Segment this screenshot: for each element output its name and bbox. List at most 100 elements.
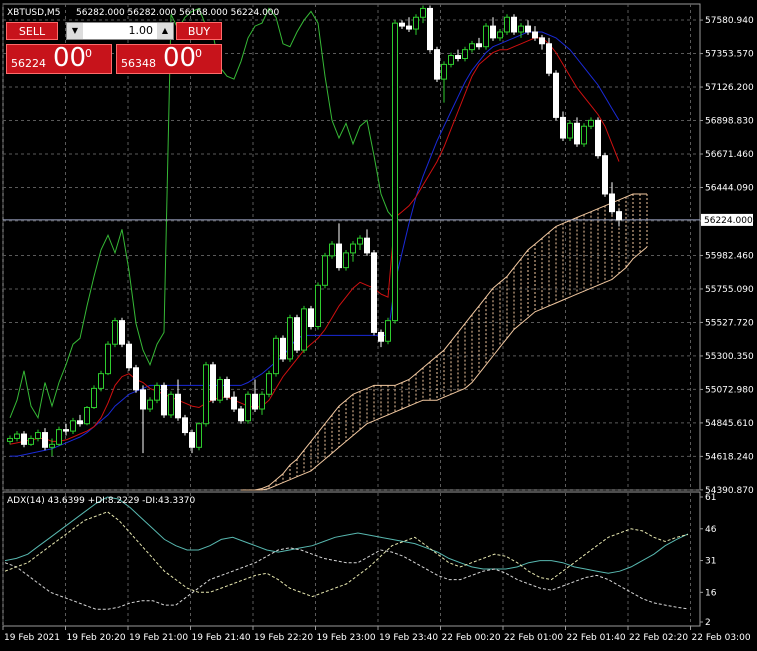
candle-body	[483, 25, 489, 48]
candle-body	[14, 433, 20, 439]
candle-body	[112, 320, 118, 345]
candle-body	[245, 393, 251, 422]
candle-body	[301, 308, 307, 351]
candle-body	[350, 243, 356, 254]
candle-body	[231, 396, 237, 410]
lot-size-input[interactable]: ▼ 1.00 ▲	[66, 22, 174, 40]
sell-price-main: 56224	[11, 57, 46, 70]
time-tick-label: 22 Feb 02:20	[629, 633, 688, 643]
candle-body	[427, 7, 433, 51]
candle-body	[364, 237, 370, 254]
price-tick-label: 54618.240	[705, 452, 754, 462]
candle-body	[273, 337, 279, 375]
adx-tick-label: 46	[705, 525, 717, 535]
buy-price-big: 00	[163, 43, 197, 73]
price-tick-label: 55982.460	[705, 251, 754, 261]
adx-header: ADX(14) 43.6399 +DI:8.2229 -DI:43.3370	[7, 496, 196, 506]
candle-body	[595, 119, 601, 157]
time-tick-label: 19 Feb 21:00	[129, 633, 188, 643]
price-tick-label: 55755.090	[705, 285, 754, 295]
candle-body	[105, 343, 111, 375]
price-tick-label: 57353.570	[705, 50, 754, 60]
buy-button[interactable]: BUY	[176, 22, 222, 40]
chart-canvas: 57580.940 57353.570 57126.200 56898.830 5667…	[0, 0, 757, 651]
candle-body	[189, 432, 195, 448]
candle-body	[203, 364, 209, 425]
candle-body	[119, 320, 125, 345]
adx-tick-label: 61	[705, 493, 716, 503]
time-tick-label: 22 Feb 01:00	[504, 633, 563, 643]
candle-body	[140, 389, 146, 410]
candle-body	[616, 211, 622, 221]
candle-body	[518, 25, 524, 33]
candle-body	[133, 367, 139, 391]
candle-body	[161, 384, 167, 416]
adx-tick-label: 2	[705, 618, 711, 628]
candle-body	[420, 7, 426, 18]
candle-body	[217, 379, 223, 401]
candle-body	[329, 243, 335, 257]
candle-body	[175, 393, 181, 419]
candle-body	[609, 193, 615, 213]
candle-body	[294, 317, 300, 351]
buy-price-sup: 0	[195, 47, 202, 60]
candle-body	[539, 37, 545, 45]
candle-body	[588, 119, 594, 127]
price-tick-label: 57126.200	[705, 83, 754, 93]
candle-body	[126, 343, 132, 369]
candle-body	[70, 420, 76, 432]
sell-price-big: 00	[53, 43, 87, 73]
candle-body	[357, 237, 363, 245]
chart-header-ohlc: 56282.000 56282.000 56168.000 56224.000	[76, 8, 280, 18]
time-tick-label: 22 Feb 00:20	[442, 633, 501, 643]
time-tick-label: 19 Feb 23:40	[379, 633, 438, 643]
candle-body	[182, 417, 188, 434]
candle-body	[476, 43, 482, 48]
candle-body	[392, 22, 398, 322]
price-tick-label: 56444.090	[705, 183, 754, 193]
candle-body	[35, 432, 41, 439]
candle-body	[434, 49, 440, 80]
candle-body	[497, 31, 503, 39]
candle-body	[238, 408, 244, 422]
time-tick-label: 19 Feb 22:20	[254, 633, 313, 643]
price-tick-label: 55072.980	[705, 385, 754, 395]
candle-body	[63, 429, 69, 432]
candle-body	[511, 16, 517, 33]
candle-body	[252, 393, 258, 410]
buy-price-button[interactable]: 56348 00 0	[116, 43, 222, 74]
candle-body	[455, 55, 461, 59]
price-tick-label: 56898.830	[705, 117, 754, 127]
candle-body	[42, 432, 48, 448]
sell-button[interactable]: SELL	[6, 22, 58, 40]
lot-increase-icon[interactable]: ▲	[157, 23, 173, 39]
candle-body	[77, 420, 83, 425]
time-tick-label: 22 Feb 03:00	[692, 633, 751, 643]
price-axis: 57580.940 57353.570 57126.200 56898.830 5667…	[700, 16, 754, 496]
candle-body	[602, 155, 608, 195]
candle-body	[287, 317, 293, 360]
candle-body	[7, 437, 13, 442]
time-tick-label: 19 Feb 21:40	[192, 633, 251, 643]
current-price-label: 56224.000	[704, 216, 753, 226]
price-tick-label: 55300.350	[705, 352, 754, 362]
candle-body	[147, 399, 153, 410]
candle-body	[343, 252, 349, 269]
lot-decrease-icon[interactable]: ▼	[67, 23, 83, 39]
chart-header-symbol: XBTUSD,M5	[7, 8, 60, 18]
candle-body	[98, 373, 104, 389]
candle-body	[168, 393, 174, 416]
candle-body	[315, 284, 321, 328]
candle-body	[336, 243, 342, 269]
candle-body	[399, 22, 405, 27]
candle-body	[469, 43, 475, 51]
sell-price-button[interactable]: 56224 00 0	[6, 43, 112, 74]
candle-body	[308, 308, 314, 328]
candle-body	[210, 364, 216, 401]
candle-body	[378, 331, 384, 342]
candle-body	[567, 122, 573, 139]
candle-body	[441, 63, 447, 80]
candle-body	[266, 373, 272, 395]
candle-body	[574, 122, 580, 145]
candle-body	[28, 437, 34, 445]
